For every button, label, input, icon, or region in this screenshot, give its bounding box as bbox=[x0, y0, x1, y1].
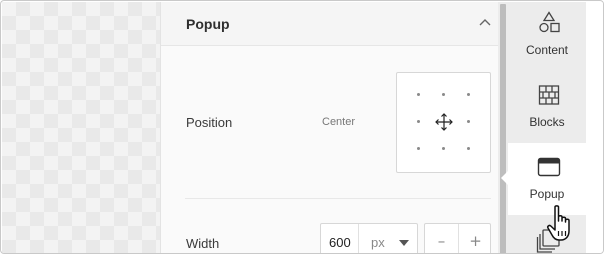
shapes-icon bbox=[539, 11, 560, 33]
panel-scrollbar[interactable] bbox=[498, 2, 508, 253]
position-dot-top-right[interactable] bbox=[467, 93, 470, 96]
move-arrows-icon[interactable] bbox=[434, 112, 454, 132]
position-dot-bottom-left[interactable] bbox=[417, 147, 420, 150]
active-indicator bbox=[501, 171, 508, 185]
caret-down-icon bbox=[399, 240, 409, 246]
width-value[interactable]: 600 bbox=[329, 235, 351, 250]
position-dot-middle-right[interactable] bbox=[467, 120, 470, 123]
position-dot-bottom-center[interactable] bbox=[442, 147, 445, 150]
panel-title: Popup bbox=[186, 16, 230, 32]
sidebar-label-blocks: Blocks bbox=[529, 115, 565, 129]
window-edge bbox=[586, 2, 603, 253]
sidebar-item-content[interactable]: Content bbox=[508, 2, 586, 74]
width-stepper[interactable]: – + bbox=[424, 223, 492, 253]
scrollbar-thumb[interactable] bbox=[500, 4, 506, 253]
divider bbox=[185, 198, 491, 199]
position-grid[interactable] bbox=[396, 72, 491, 173]
position-dot-bottom-right[interactable] bbox=[467, 147, 470, 150]
panel-header[interactable]: Popup bbox=[161, 2, 499, 46]
unit-select[interactable]: px bbox=[359, 224, 417, 253]
chevron-up-icon[interactable] bbox=[479, 18, 491, 26]
position-value: Center bbox=[322, 116, 356, 128]
position-dot-middle-left[interactable] bbox=[417, 120, 420, 123]
blocks-icon bbox=[538, 85, 560, 105]
settings-panel: Popup Position Center Width 600 px – + bbox=[160, 2, 499, 253]
position-dot-top-center[interactable] bbox=[442, 93, 445, 96]
canvas-area[interactable] bbox=[2, 2, 160, 253]
position-label: Position bbox=[186, 115, 233, 130]
unit-label: px bbox=[371, 235, 385, 250]
sidebar-label-popup: Popup bbox=[529, 187, 565, 201]
hand-pointer-cursor-icon bbox=[547, 205, 570, 241]
sidebar-item-blocks[interactable]: Blocks bbox=[508, 74, 586, 146]
sidebar-label-content: Content bbox=[525, 43, 569, 57]
decrement-button[interactable]: – bbox=[425, 224, 458, 253]
width-label: Width bbox=[186, 236, 220, 251]
position-dot-top-left[interactable] bbox=[417, 93, 420, 96]
increment-button[interactable]: + bbox=[459, 224, 492, 253]
editor-window: Popup Position Center Width 600 px – + C… bbox=[0, 0, 604, 254]
width-field[interactable]: 600 px bbox=[320, 223, 418, 253]
popup-window-icon bbox=[537, 157, 561, 177]
